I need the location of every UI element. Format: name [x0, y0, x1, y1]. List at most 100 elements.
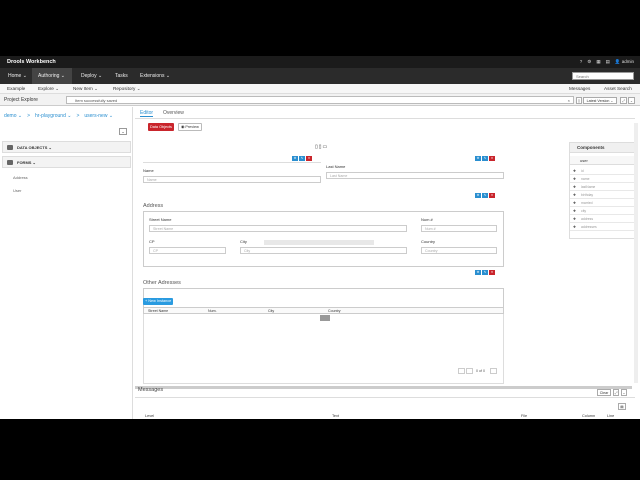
col-street[interactable]: Street Name: [148, 309, 168, 313]
crumb-users-new[interactable]: users-new ⌄: [84, 113, 113, 119]
chevron-down-icon[interactable]: ⌄: [628, 97, 635, 104]
maximize-icon[interactable]: ⤢: [613, 389, 619, 396]
menu-deploy[interactable]: Deploy ⌄: [75, 68, 108, 84]
tab-editor[interactable]: Editor: [140, 110, 154, 117]
next-page-button[interactable]: [490, 368, 497, 374]
component-field[interactable]: ✚ lastName: [570, 184, 634, 191]
edit-icon[interactable]: ✎: [299, 156, 305, 161]
col-city[interactable]: City: [268, 309, 274, 313]
latest-version-dropdown[interactable]: Latest Version ⌄: [583, 97, 617, 104]
menu-repository[interactable]: Repository ⌄: [113, 86, 141, 92]
country-field[interactable]: Country: [421, 247, 497, 254]
move-icon[interactable]: ✥: [292, 156, 298, 161]
component-field[interactable]: ✚ birthday: [570, 192, 634, 199]
lastname-field[interactable]: Last Name: [326, 172, 504, 179]
component-entity[interactable]: user: [570, 156, 634, 165]
top-icons: ? ⚙ ▦ ▤ 👤 admin: [580, 59, 634, 65]
editor-toolbar: Project Explore Item successfully saved …: [0, 94, 640, 106]
menu-tasks[interactable]: Tasks: [109, 68, 134, 84]
col-line[interactable]: Line: [607, 414, 614, 418]
project-explorer-title: Project Explore: [4, 97, 38, 103]
field-controls: ✥ ✎ ✕: [475, 270, 495, 275]
section-data-objects[interactable]: DATA OBJECTS ⌄: [2, 141, 131, 153]
field-controls: ✥ ✎ ✕: [475, 193, 495, 198]
clear-button[interactable]: Clear: [597, 389, 611, 396]
crumb-hr-playground[interactable]: hr-playground ⌄: [35, 113, 71, 119]
edit-icon[interactable]: ✎: [482, 270, 488, 275]
delete-icon[interactable]: ✕: [489, 156, 495, 161]
preview-button[interactable]: ◉ Preview: [178, 123, 202, 131]
section-forms[interactable]: FORMS ⌄: [2, 156, 131, 168]
component-field[interactable]: ✚ addresses: [570, 224, 634, 231]
plus-icon: ✚: [573, 201, 576, 205]
device-switch-icons[interactable]: ▯▯▭: [315, 144, 328, 150]
maximize-icon[interactable]: ⤢: [620, 97, 627, 104]
delete-icon[interactable]: ✕: [306, 156, 312, 161]
move-icon[interactable]: ✥: [475, 193, 481, 198]
col-country[interactable]: Country: [328, 309, 341, 313]
menu-new-item[interactable]: New Item ⌄: [73, 86, 98, 92]
menu-explore[interactable]: Explore ⌄: [38, 86, 59, 92]
settings-icon[interactable]: ⚙: [587, 59, 591, 65]
apps-icon[interactable]: ▦: [596, 59, 600, 65]
col-column[interactable]: Column: [582, 414, 595, 418]
col-level[interactable]: Level: [145, 414, 154, 418]
city-field[interactable]: City: [240, 247, 407, 254]
crumb-demo[interactable]: demo ⌄: [4, 113, 22, 119]
delete-icon[interactable]: ✕: [489, 193, 495, 198]
components-panel: Components user ✚ id ✚ name ✚ lastName ✚ bir…: [569, 142, 635, 239]
drop-hint: [264, 240, 374, 245]
tab-overview[interactable]: Overview: [163, 110, 184, 116]
field-controls: ✥ ✎ ✕: [292, 156, 312, 161]
other-addresses-title: Other Adresses: [143, 280, 181, 286]
form-item-user[interactable]: User: [13, 188, 21, 193]
user-icon: 👤: [614, 59, 622, 64]
bookmark-icon[interactable]: ▤: [606, 59, 610, 65]
move-icon[interactable]: ✥: [475, 270, 481, 275]
col-text[interactable]: Text: [332, 414, 339, 418]
col-num[interactable]: Num.: [208, 309, 217, 313]
folder-icon: [7, 160, 13, 165]
grid-body: [143, 314, 504, 384]
close-icon[interactable]: ×: [568, 97, 570, 104]
street-field[interactable]: Street Name: [149, 225, 407, 232]
move-icon[interactable]: ✥: [475, 156, 481, 161]
field-label: married: [581, 201, 593, 205]
chevron-down-icon[interactable]: ⌄: [119, 128, 127, 135]
form-item-address[interactable]: Address: [13, 175, 28, 180]
help-icon[interactable]: ?: [580, 59, 583, 65]
user-menu[interactable]: 👤 admin: [615, 59, 634, 65]
link-asset-search[interactable]: Asset Search: [604, 86, 632, 91]
field-label: id: [581, 169, 584, 173]
copy-icon[interactable]: ▯: [576, 97, 582, 104]
component-field[interactable]: ✚ married: [570, 200, 634, 207]
component-field[interactable]: ✚ name: [570, 176, 634, 183]
link-example[interactable]: Example: [7, 86, 25, 91]
scroll-thumb[interactable]: [320, 315, 330, 321]
name-label: Name: [143, 168, 154, 173]
chevron-down-icon[interactable]: ⌄: [621, 389, 627, 396]
street-label: Street Name: [149, 217, 172, 222]
component-field[interactable]: ✚ city: [570, 208, 634, 215]
list-icon[interactable]: ▤: [618, 403, 626, 410]
data-objects-button[interactable]: Data Objects: [148, 123, 174, 131]
menu-authoring[interactable]: Authoring ⌄: [32, 68, 72, 84]
menu-home[interactable]: Home ⌄: [2, 68, 33, 84]
first-page-button[interactable]: [466, 368, 473, 374]
section-label: FORMS ⌄: [17, 160, 36, 165]
menu-extensions[interactable]: Extensions ⌄: [134, 68, 176, 84]
link-messages[interactable]: Messages: [569, 86, 590, 91]
delete-icon[interactable]: ✕: [489, 270, 495, 275]
num-field[interactable]: Num #: [421, 225, 497, 232]
cp-field[interactable]: CP: [149, 247, 226, 254]
prev-page-button[interactable]: [458, 368, 465, 374]
component-field[interactable]: ✚ id: [570, 168, 634, 175]
search-input[interactable]: Search: [572, 72, 634, 80]
col-file[interactable]: File: [521, 414, 527, 418]
name-field[interactable]: Name: [143, 176, 321, 183]
edit-icon[interactable]: ✎: [482, 193, 488, 198]
component-field[interactable]: ✚ address: [570, 216, 634, 223]
edit-icon[interactable]: ✎: [482, 156, 488, 161]
new-instance-button[interactable]: + New Instance: [143, 298, 174, 305]
vertical-scrollbar[interactable]: [634, 123, 638, 383]
